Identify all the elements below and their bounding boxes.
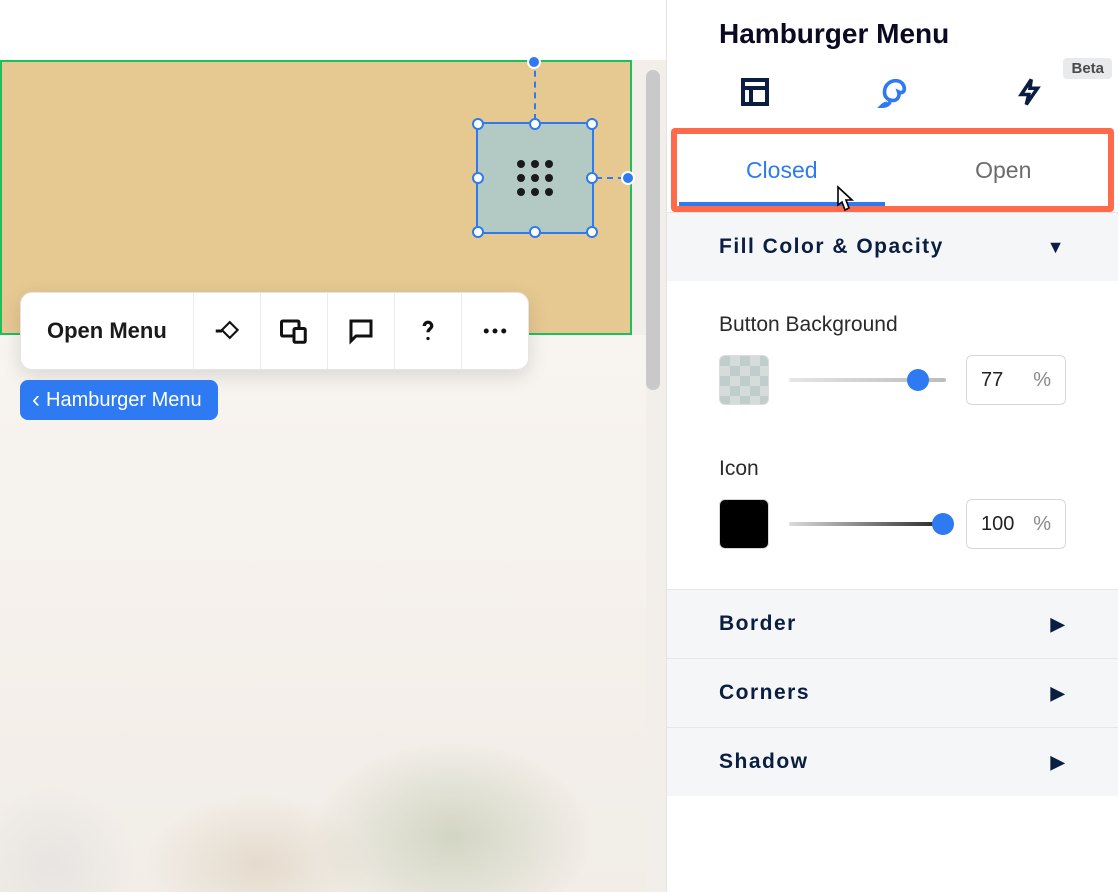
opacity-value: 100 bbox=[981, 513, 1014, 536]
section-shadow-header[interactable]: Shadow ▶ bbox=[667, 727, 1118, 796]
section-fill-body: Button Background 77 % Icon 100 bbox=[667, 281, 1118, 589]
button-background-opacity-slider[interactable] bbox=[789, 378, 946, 382]
icon-opacity-slider[interactable] bbox=[789, 522, 946, 526]
layout-tab-icon[interactable] bbox=[737, 74, 773, 110]
section-fill-title: Fill Color & Opacity bbox=[719, 235, 944, 259]
resize-handle[interactable] bbox=[472, 118, 484, 130]
scrollbar-thumb[interactable] bbox=[646, 70, 660, 390]
resize-handle[interactable] bbox=[472, 172, 484, 184]
chevron-right-icon: ▶ bbox=[1051, 683, 1066, 704]
percent-unit: % bbox=[1033, 513, 1051, 536]
open-menu-label: Open Menu bbox=[47, 318, 167, 344]
inspector-panel: Hamburger Menu Beta Closed Open Fill Co bbox=[666, 0, 1118, 892]
resize-handle[interactable] bbox=[586, 172, 598, 184]
tab-closed-label: Closed bbox=[746, 157, 818, 184]
section-shadow-title: Shadow bbox=[719, 750, 809, 774]
design-accordion: Fill Color & Opacity ▼ Button Background… bbox=[667, 212, 1118, 796]
tab-open-label: Open bbox=[975, 157, 1031, 184]
chevron-right-icon: ▶ bbox=[1051, 752, 1066, 773]
section-corners-header[interactable]: Corners ▶ bbox=[667, 658, 1118, 727]
button-background-opacity-input[interactable]: 77 % bbox=[966, 355, 1066, 405]
icon-opacity-input[interactable]: 100 % bbox=[966, 499, 1066, 549]
section-fill-header[interactable]: Fill Color & Opacity ▼ bbox=[667, 212, 1118, 281]
section-corners-title: Corners bbox=[719, 681, 810, 705]
alignment-guide-vertical bbox=[534, 60, 536, 120]
icon-color-swatch[interactable] bbox=[719, 499, 769, 549]
resize-handle[interactable] bbox=[586, 226, 598, 238]
percent-unit: % bbox=[1033, 369, 1051, 392]
breadcrumb-label: Hamburger Menu bbox=[46, 389, 202, 412]
responsive-icon[interactable] bbox=[261, 293, 328, 369]
anchor-handle-top[interactable] bbox=[527, 55, 541, 69]
beta-badge: Beta bbox=[1063, 58, 1112, 79]
chevron-right-icon: ▶ bbox=[1051, 614, 1066, 635]
effects-tab-icon[interactable] bbox=[1012, 74, 1048, 110]
opacity-value: 77 bbox=[981, 369, 1003, 392]
selected-hamburger-menu[interactable] bbox=[476, 122, 594, 234]
animation-icon[interactable] bbox=[194, 293, 261, 369]
design-tab-icon[interactable] bbox=[875, 74, 911, 110]
icon-label: Icon bbox=[719, 457, 1066, 481]
tab-open[interactable]: Open bbox=[893, 128, 1115, 212]
breadcrumb[interactable]: Hamburger Menu bbox=[20, 380, 218, 420]
slider-thumb[interactable] bbox=[932, 513, 954, 535]
resize-handle[interactable] bbox=[472, 226, 484, 238]
canvas-area[interactable]: Open Menu Hamburger Menu bbox=[0, 0, 666, 892]
panel-mode-tabs: Beta bbox=[667, 60, 1118, 128]
help-icon[interactable] bbox=[395, 293, 462, 369]
open-menu-button[interactable]: Open Menu bbox=[21, 293, 194, 369]
resize-handle[interactable] bbox=[586, 118, 598, 130]
floating-toolbar: Open Menu bbox=[20, 292, 529, 370]
more-icon[interactable] bbox=[462, 293, 528, 369]
resize-handle[interactable] bbox=[529, 226, 541, 238]
section-border-title: Border bbox=[719, 612, 797, 636]
slider-thumb[interactable] bbox=[907, 369, 929, 391]
button-background-color-swatch[interactable] bbox=[719, 355, 769, 405]
alignment-guide-horizontal bbox=[596, 177, 624, 179]
cursor-pointer-icon bbox=[826, 183, 862, 223]
comment-icon[interactable] bbox=[328, 293, 395, 369]
menu-dots-icon bbox=[517, 160, 553, 196]
panel-title: Hamburger Menu bbox=[667, 0, 1118, 60]
button-background-label: Button Background bbox=[719, 313, 1066, 337]
chevron-down-icon: ▼ bbox=[1047, 237, 1066, 258]
section-border-header[interactable]: Border ▶ bbox=[667, 589, 1118, 658]
resize-handle[interactable] bbox=[529, 118, 541, 130]
anchor-handle-right[interactable] bbox=[621, 171, 635, 185]
state-tabs-container: Closed Open bbox=[667, 128, 1118, 212]
